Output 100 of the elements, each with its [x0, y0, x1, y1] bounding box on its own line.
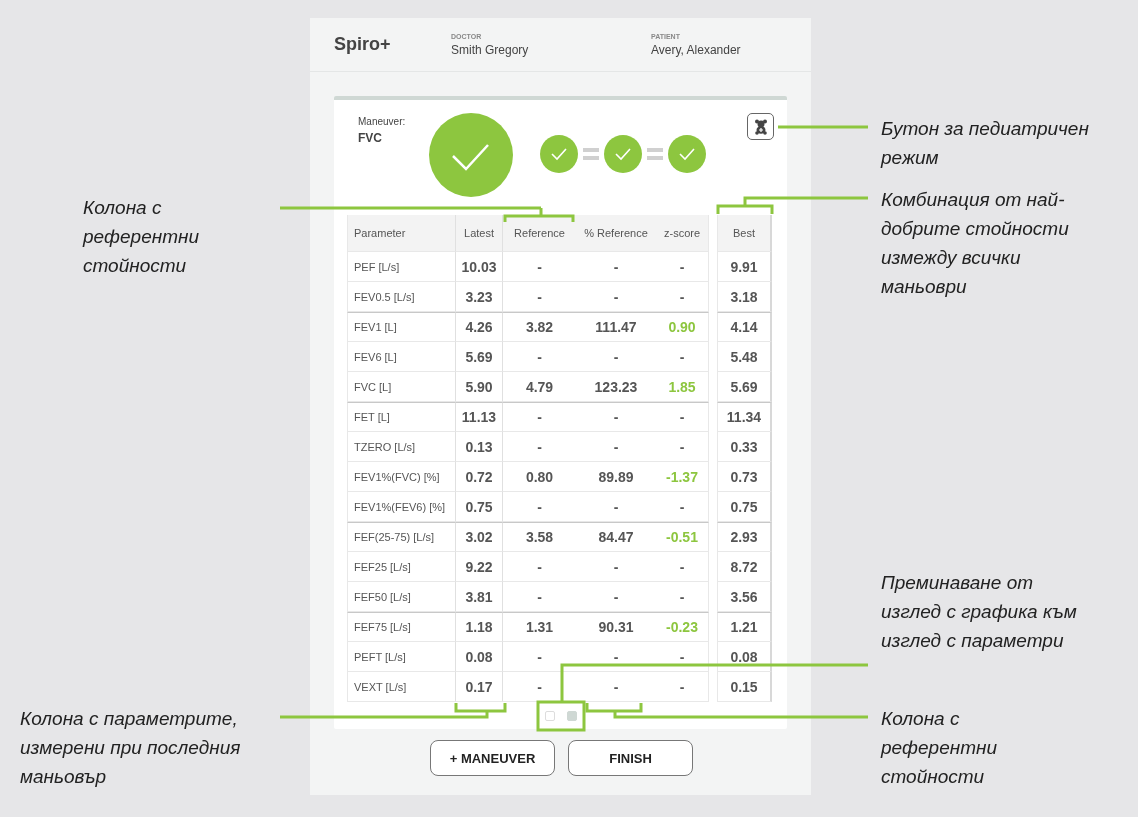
column-header: % Reference [576, 215, 656, 252]
table-cell: 0.73 [717, 462, 772, 492]
table-cell: 0.90 [656, 312, 709, 342]
table-cell: 0.75 [717, 492, 772, 522]
table-cell: 9.91 [717, 252, 772, 282]
table-cell: 1.18 [456, 612, 503, 642]
maneuver-name: FVC [358, 131, 383, 145]
table-cell: 3.02 [456, 522, 503, 552]
table-cell: 3.56 [717, 582, 772, 612]
table-cell: - [576, 432, 656, 462]
table-cell: 3.23 [456, 282, 503, 312]
table-cell: - [503, 582, 576, 612]
table-cell: 3.58 [503, 522, 576, 552]
table-cell: 111.47 [576, 312, 656, 342]
table-cell: 5.69 [456, 342, 503, 372]
column-header: Parameter [347, 215, 456, 252]
table-cell: -0.51 [656, 522, 709, 552]
table-cell: - [656, 282, 709, 312]
table-cell: - [503, 282, 576, 312]
table-cell: 4.26 [456, 312, 503, 342]
table-cell: FEV6 [L] [347, 342, 456, 372]
table-cell: - [503, 402, 576, 432]
table-cell: PEF [L/s] [347, 252, 456, 282]
table-cell: 0.80 [503, 462, 576, 492]
table-cell: 10.03 [456, 252, 503, 282]
table-cell: 5.90 [456, 372, 503, 402]
patient-name: Avery, Alexander [651, 42, 741, 57]
table-cell: FEV0.5 [L/s] [347, 282, 456, 312]
table-cell: 5.48 [717, 342, 772, 372]
annotation-text: Колона с референтни стойности [881, 707, 998, 789]
table-cell: 0.17 [456, 672, 503, 702]
annotation-text: Колона с референтни стойности [83, 196, 200, 278]
table-cell: FEV1%(FVC) [%] [347, 462, 456, 492]
table-cell: -0.23 [656, 612, 709, 642]
table-cell: 8.72 [717, 552, 772, 582]
table-cell: 0.15 [717, 672, 772, 702]
table-cell: VEXT [L/s] [347, 672, 456, 702]
table-cell: - [576, 672, 656, 702]
table-cell: - [656, 642, 709, 672]
table-cell: - [576, 402, 656, 432]
table-cell: TZERO [L/s] [347, 432, 456, 462]
table-cell: FET [L] [347, 402, 456, 432]
table-cell: - [576, 552, 656, 582]
table-cell: 11.34 [717, 402, 772, 432]
pediatric-mode-button[interactable] [747, 113, 774, 140]
equals-icon [583, 147, 599, 161]
table-cell: FEF50 [L/s] [347, 582, 456, 612]
table-cell: - [656, 252, 709, 282]
table-cell: 2.93 [717, 522, 772, 552]
table-cell: - [656, 552, 709, 582]
column-header: z-score [656, 215, 709, 252]
table-cell: - [503, 672, 576, 702]
table-cell: - [503, 252, 576, 282]
table-cell: 0.33 [717, 432, 772, 462]
table-cell: FEF75 [L/s] [347, 612, 456, 642]
finish-button[interactable]: FINISH [568, 740, 693, 776]
table-cell: 3.81 [456, 582, 503, 612]
table-cell: - [576, 282, 656, 312]
table-cell: -1.37 [656, 462, 709, 492]
table-cell: FVC [L] [347, 372, 456, 402]
column-header: Best [717, 215, 772, 252]
table-cell: FEV1 [L] [347, 312, 456, 342]
table-cell: 3.82 [503, 312, 576, 342]
table-cell: - [576, 342, 656, 372]
table-cell: 84.47 [576, 522, 656, 552]
table-cell: PEFT [L/s] [347, 642, 456, 672]
table-cell: 11.13 [456, 402, 503, 432]
table-cell: - [503, 342, 576, 372]
add-maneuver-button[interactable]: + MANEUVER [430, 740, 555, 776]
table-cell: 1.85 [656, 372, 709, 402]
teddy-bear-icon [753, 118, 768, 135]
table-cell: 9.22 [456, 552, 503, 582]
annotation-text: Преминаване от изглед с графика към изглед с параметри [881, 571, 1078, 653]
page-indicator[interactable] [544, 711, 555, 721]
table-cell: - [656, 492, 709, 522]
annotation-text: Колона с параметрите, измерени при последния маньовър [20, 707, 242, 789]
table-cell: - [576, 582, 656, 612]
table-cell: 5.69 [717, 372, 772, 402]
doctor-name: Smith Gregory [451, 42, 530, 57]
table-cell: 0.72 [456, 462, 503, 492]
table-cell: 0.08 [456, 642, 503, 672]
table-cell: 0.08 [717, 642, 772, 672]
table-cell: - [656, 402, 709, 432]
table-cell: 3.18 [717, 282, 772, 312]
table-cell: - [503, 552, 576, 582]
table-cell: 1.21 [717, 612, 772, 642]
table-cell: FEV1%(FEV6) [%] [347, 492, 456, 522]
table-cell: - [576, 492, 656, 522]
column-header: Latest [456, 215, 503, 252]
table-cell: - [576, 642, 656, 672]
table-cell: 4.14 [717, 312, 772, 342]
page-indicator[interactable] [566, 711, 577, 721]
table-cell: FEF(25-75) [L/s] [347, 522, 456, 552]
app-name: Spiro+ [334, 34, 392, 55]
table-cell: FEF25 [L/s] [347, 552, 456, 582]
table-cell: - [656, 672, 709, 702]
table-cell: - [656, 342, 709, 372]
table-cell: 123.23 [576, 372, 656, 402]
maneuver-label: Maneuver: [358, 116, 407, 127]
table-cell: 89.89 [576, 462, 656, 492]
